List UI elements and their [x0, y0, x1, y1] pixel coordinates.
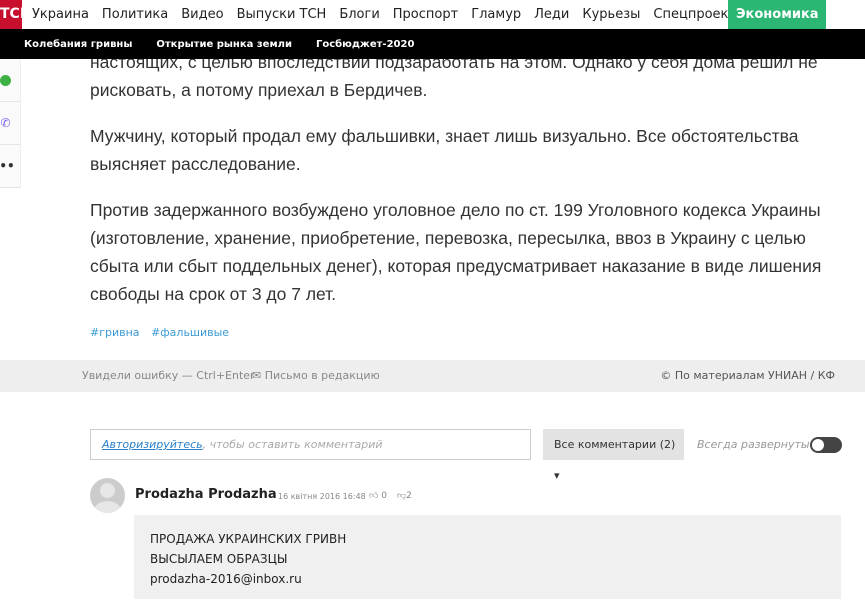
- nav-item-economy[interactable]: Экономика ≡: [728, 0, 826, 51]
- all-comments-dropdown[interactable]: Все комментарии (2) ▾: [543, 429, 684, 482]
- comment-body: ПРОДАЖА УКРАИНСКИХ ГРИВН ВЫСЫЛАЕМ ОБРАЗЦ…: [134, 515, 841, 599]
- more-icon[interactable]: ••: [0, 145, 20, 188]
- article-footer-bar: Увидели ошибку — Ctrl+Enter ✉ Письмо в р…: [0, 360, 865, 392]
- article-viewport: настоящих, с целью впоследствии подзараб…: [0, 59, 865, 359]
- nav-item[interactable]: Гламур: [471, 7, 521, 22]
- source-credit: © По материалам УНИАН / КФ: [660, 369, 835, 382]
- paragraph: настоящих, с целью впоследствии подзараб…: [90, 59, 818, 100]
- whatsapp-icon[interactable]: [0, 59, 20, 102]
- comment-author[interactable]: Prodazha Prodazha: [135, 487, 277, 502]
- letter-link[interactable]: ✉ Письмо в редакцию: [252, 360, 380, 392]
- dislike-button[interactable]: 👎︎2: [397, 491, 412, 501]
- nav-item[interactable]: Видео: [181, 7, 223, 22]
- tag-link[interactable]: #фальшивые: [151, 326, 229, 339]
- always-expanded-label: Всегда развернутые: [697, 438, 817, 451]
- sub-nav: Колебания гривны Открытие рынка земли Го…: [0, 29, 865, 59]
- share-sidebar: ✆ ••: [0, 59, 21, 188]
- nav-item[interactable]: Леди: [534, 7, 569, 22]
- paragraph: Против задержанного возбуждено уголовное…: [90, 200, 822, 304]
- report-error-text: Увидели ошибку — Ctrl+Enter: [82, 369, 255, 382]
- always-expanded-toggle[interactable]: [810, 437, 842, 453]
- paragraph: Мужчину, который продал ему фальшивки, з…: [90, 126, 799, 174]
- thumbs-up-icon: 👍︎: [369, 491, 379, 501]
- tsn-logo[interactable]: ТСН: [0, 0, 22, 29]
- top-nav: ТСН Украина Политика Видео Выпуски ТСН Б…: [0, 0, 865, 51]
- login-link[interactable]: Авторизируйтесь: [102, 438, 203, 451]
- subnav-item[interactable]: Колебания гривны: [24, 39, 132, 50]
- nav-item[interactable]: Курьезы: [582, 7, 640, 22]
- thumbs-down-icon: 👎︎: [397, 491, 407, 501]
- subnav-item[interactable]: Открытие рынка земли: [156, 39, 292, 50]
- dislike-count: 2: [406, 491, 412, 501]
- nav-item[interactable]: Проспорт: [393, 7, 458, 22]
- like-count: 0: [381, 491, 388, 501]
- comment-input[interactable]: Авторизируйтесь, чтобы оставить коммента…: [90, 429, 531, 460]
- nav-item[interactable]: Украина: [32, 7, 89, 22]
- avatar: [90, 478, 125, 513]
- subnav-item[interactable]: Госбюджет-2020: [316, 39, 414, 50]
- nav-item[interactable]: Политика: [102, 7, 168, 22]
- nav-item[interactable]: Блоги: [339, 7, 379, 22]
- comment-line: ПРОДАЖА УКРАИНСКИХ ГРИВН: [150, 532, 347, 546]
- comment-line: prodazha-2016@inbox.ru: [150, 572, 302, 586]
- like-button[interactable]: 👍︎ 0: [369, 491, 387, 501]
- comment-line: ВЫСЫЛАЕМ ОБРАЗЦЫ: [150, 552, 288, 566]
- comment-hint: , чтобы оставить комментарий: [202, 438, 383, 451]
- tags: #гривна #фальшивые: [90, 326, 237, 339]
- viber-icon[interactable]: ✆: [0, 102, 20, 145]
- article-body: настоящих, с целью впоследствии подзараб…: [90, 59, 830, 326]
- tag-link[interactable]: #гривна: [90, 326, 140, 339]
- nav-item[interactable]: Выпуски ТСН: [237, 7, 327, 22]
- comment-date: 16 квітня 2016 16:48: [278, 492, 366, 501]
